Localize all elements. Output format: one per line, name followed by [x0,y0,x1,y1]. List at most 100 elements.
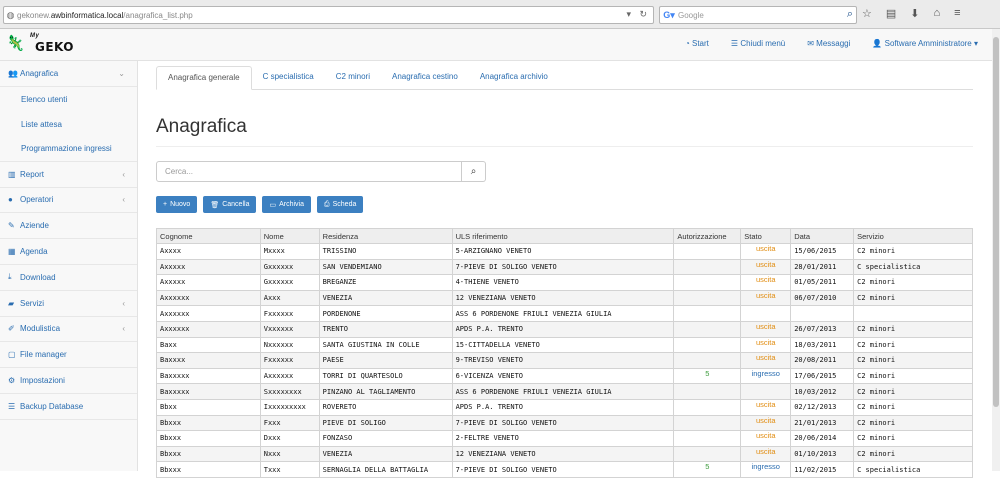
column-header[interactable]: Stato [740,228,792,244]
google-icon: G▾ [663,9,675,20]
table-cell: uscita [740,414,792,432]
table-cell: VENEZIA [318,445,453,463]
table-cell: PIEVE DI SOLIGO [318,414,453,432]
sidebar-item-label: Anagrafica [20,68,59,78]
home-icon[interactable]: ⌂ [934,7,941,20]
scrollbar-thumb[interactable] [993,37,999,407]
column-header[interactable]: ULS riferimento [451,228,675,244]
sidebar-item-file-manager[interactable]: ▢ File manager [0,342,137,369]
table-cell: uscita [740,243,792,260]
truck-icon: ▰ [8,298,15,308]
column-header[interactable]: Cognome [156,228,261,244]
table-cell: Baxxxxx [156,383,261,400]
table-cell: 5 [673,461,742,478]
column-header[interactable]: Nome [259,228,320,244]
users-icon: 👥 [8,68,18,78]
search-input[interactable]: Cerca... [156,161,462,182]
table-cell [673,383,742,400]
scrollbar[interactable] [992,29,1000,471]
table-cell: VENEZIA [318,289,453,307]
table-cell: C2 minori [853,430,973,447]
table-cell: 7-PIEVE DI SOLIGO VENETO [451,461,675,478]
table-row[interactable]: Axxxxxx Fxxxxxx PORDENONE ASS 6 PORDENONE F… [156,305,973,322]
download-icon[interactable]: ⬇ [910,7,919,20]
table-cell [673,305,742,322]
table-cell [673,320,742,338]
table-cell [673,430,742,447]
print-button[interactable]: ⎙ Scheda [317,196,364,213]
tab-c2-minori[interactable]: C2 minori [325,66,381,89]
table-row[interactable]: Bbxxx Nxxx VENEZIA 12 VENEZIANA VENETO uscit… [156,445,973,463]
tab-anagrafica-archivio[interactable]: Anagrafica archivio [469,66,559,89]
sidebar-item-label: Report [20,169,45,179]
envelope-icon: ✉ [807,39,817,48]
table-row[interactable]: Axxxxxx Axxx VENEZIA 12 VENEZIANA VENETO usc… [156,289,973,307]
browser-toolbar: ◍ gekonew. awbinformatica.local/anagrafic… [0,0,1000,29]
sidebar-item-download[interactable]: ⤓ Download [0,265,137,291]
print-icon: ⎙ [324,200,330,208]
print-button-label: Scheda [332,201,357,208]
table-cell: C specialistica [853,461,973,478]
star-icon[interactable]: ☆ [862,7,872,20]
dropdown-icon[interactable]: ▾ [626,9,631,20]
sidebar-item-impostazioni[interactable]: ⚙ Impostazioni [0,368,137,394]
table-cell: C2 minori [853,352,973,369]
tab-c-specialistica[interactable]: C specialistica [252,66,325,89]
tab-anagrafica-cestino[interactable]: Anagrafica cestino [381,66,469,89]
cogs-icon: ⚙ [8,376,16,386]
table-row[interactable]: Baxxxx Fxxxxxx PAESE 9-TREVISO VENETO uscita… [156,352,973,369]
table-row[interactable]: Baxx Nxxxxxx SANTA GIUSTINA IN COLLE 15-CIT… [156,336,973,354]
column-header[interactable]: Servizio [853,228,973,244]
table-cell [673,352,742,369]
table-row[interactable]: Bbxxx Dxxx FONZASO 2-FELTRE VENETO uscita 20/… [156,430,973,447]
delete-button[interactable]: 🗑 Cancella [203,196,257,213]
sidebar-sub-programmazione-ingressi[interactable]: Programmazione ingressi [0,137,137,162]
nav-close-menu[interactable]: ☰ Chiudi menù [731,39,785,48]
table-cell: 4-THIENE VENETO [451,274,675,291]
menu-icon[interactable]: ≡ [954,7,960,20]
sidebar-item-anagrafica[interactable]: 👥 Anagrafica ⌄ [0,61,137,87]
browser-search-box[interactable]: G▾ Google ⌕ [659,6,857,24]
sidebar-item-agenda[interactable]: ▦ Agenda [0,239,137,265]
table-cell: uscita [740,445,792,463]
nav-user[interactable]: 👤 Software Amministratore ▾ [872,39,978,48]
tab-anagrafica-generale[interactable]: Anagrafica generale [156,66,252,90]
column-header[interactable]: Residenza [318,228,453,244]
table-row[interactable]: Baxxxxx Sxxxxxxxx PINZANO AL TAGLIAMENTO AS… [156,383,973,400]
table-cell: Baxxxx [156,352,261,369]
sidebar-item-report[interactable]: ▥ Report ‹ [0,162,137,188]
table-cell: Bbxxx [156,414,261,432]
url-bar[interactable]: ◍ gekonew. awbinformatica.local/anagrafic… [3,6,654,24]
new-button[interactable]: + Nuovo [156,196,198,213]
sidebar-sub-elenco-utenti[interactable]: Elenco utenti [0,87,137,112]
table-row[interactable]: Axxxx Mxxxx TRISSINO 5-ARZIGNANO VENETO usci… [156,243,973,260]
search-icon[interactable]: ⌕ [847,8,853,21]
sidebar-item-aziende[interactable]: ✎ Aziende [0,213,137,240]
bookmarks-icon[interactable]: ▤ [886,7,896,20]
table-row[interactable]: Bbxxx Fxxx PIEVE DI SOLIGO 7-PIEVE DI SOLIG… [156,414,973,432]
nav-messages[interactable]: ✉ Messaggi [807,39,850,48]
search-button[interactable]: ⌕ [462,161,486,182]
archive-button[interactable]: ▭ Archivia [262,196,311,213]
sidebar-item-operatori[interactable]: ● Operatori ‹ [0,188,137,214]
table-cell: 2-FELTRE VENETO [451,430,675,447]
table-cell: uscita [740,320,792,338]
sidebar-item-label: Download [20,272,56,282]
url-path: /anagrafica_list.php [123,10,193,20]
table-row[interactable]: Axxxxx Gxxxxxx BREGANZE 4-THIENE VENETO usci… [156,274,973,291]
sidebar-sub-liste-attesa[interactable]: Liste attesa [0,112,137,137]
table-row[interactable]: Baxxxxx Axxxxxx TORRI DI QUARTESOLO 6-VICEN… [156,367,973,385]
column-header[interactable]: Autorizzazione [673,228,742,244]
table-cell: Bbxxx [156,430,261,447]
column-header[interactable]: Data [790,228,855,244]
sidebar-item-modulistica[interactable]: ✐ Modulistica ‹ [0,317,137,343]
nav-start[interactable]: ◔ Start [685,39,709,48]
sidebar-item-backup-database[interactable]: ☰ Backup Database [0,394,137,420]
table-row[interactable]: Axxxxxx Vxxxxxx TRENTO APDS P.A. TRENTO usci… [156,320,973,338]
action-buttons: + Nuovo 🗑 Cancella ▭ Archivia ⎙ Scheda [156,196,973,213]
table-row[interactable]: Bbxx Ixxxxxxxxx ROVERETO APDS P.A. TRENTO us… [156,398,973,416]
sidebar-item-servizi[interactable]: ▰ Servizi ‹ [0,291,137,317]
reload-icon[interactable]: ↻ [639,9,647,20]
table-row[interactable]: Bbxxx Txxx SERNAGLIA DELLA BATTAGLIA 7-PIEV… [156,461,973,478]
table-row[interactable]: Axxxxx Gxxxxxx SAN VENDEMIANO 7-PIEVE DI SO… [156,258,973,276]
